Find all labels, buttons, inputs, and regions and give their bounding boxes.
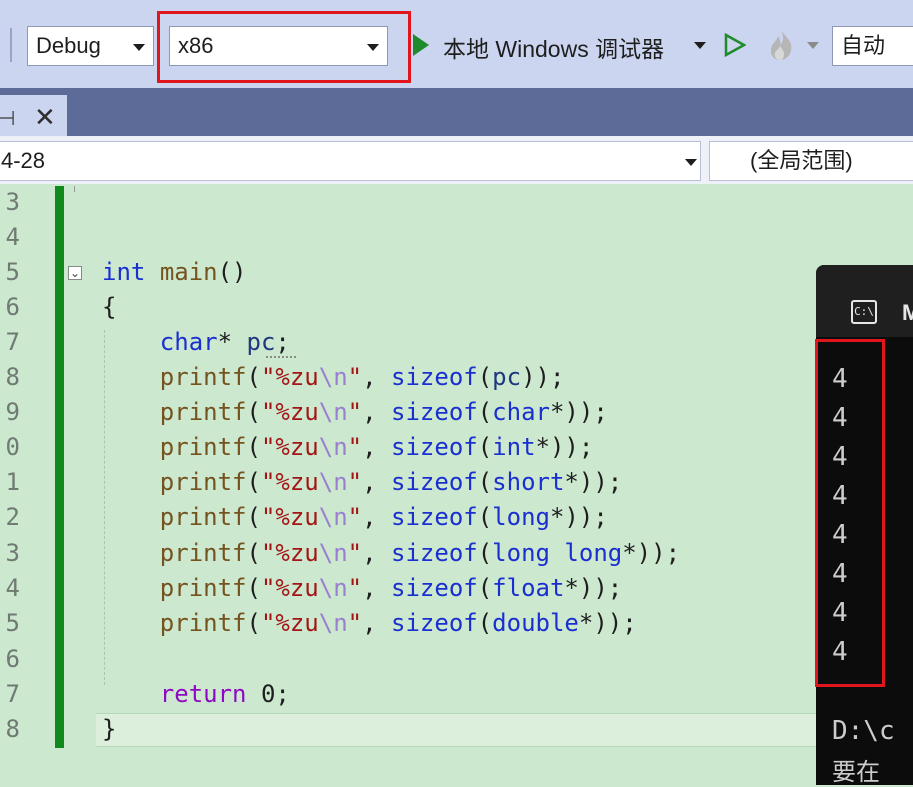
start-debugger-button[interactable]: 本地 Windows 调试器 (443, 30, 664, 64)
line-number: 7 (5, 680, 20, 708)
line-number: 6 (5, 293, 20, 321)
collapse-icon[interactable]: ⌄ (68, 266, 82, 280)
line-number: 8 (5, 363, 20, 391)
tab-strip (0, 88, 913, 136)
console-title: M (902, 300, 913, 325)
line-number: 3 (5, 539, 20, 567)
line-number: 2 (5, 503, 20, 531)
code-line: printf("%zu\n", sizeof(double*)); (159, 609, 637, 637)
global-scope-dropdown[interactable]: (全局范围) (709, 141, 913, 181)
change-indicator-bar (55, 186, 64, 748)
cmd-icon: C:\ (851, 300, 877, 324)
line-number: 7 (5, 328, 20, 356)
code-line: printf("%zu\n", sizeof(long long*)); (159, 539, 681, 567)
global-scope-value: (全局范围) (750, 148, 853, 173)
debugger-dropdown-icon[interactable] (694, 42, 706, 49)
line-number: 4 (5, 574, 20, 602)
close-icon[interactable]: ✕ (34, 102, 56, 133)
line-number: 5 (5, 258, 20, 286)
line-number: 6 (5, 645, 20, 673)
line-number: 9 (5, 398, 20, 426)
code-line: } (102, 715, 117, 743)
toolbar-separator (10, 28, 12, 62)
code-line: return 0; (159, 680, 290, 708)
code-line: printf("%zu\n", sizeof(short*)); (159, 468, 623, 496)
code-line: printf("%zu\n", sizeof(float*)); (159, 574, 623, 602)
warning-squiggle (266, 354, 296, 358)
chevron-down-icon (685, 159, 697, 166)
configuration-value: Debug (36, 33, 101, 58)
start-without-debugging-icon[interactable] (724, 33, 746, 57)
line-number: 1 (5, 468, 20, 496)
line-number: 3 (5, 188, 20, 216)
project-scope-dropdown[interactable]: 4-28 (0, 141, 701, 181)
fold-guide (74, 186, 75, 192)
auto-dropdown[interactable]: 自动 (832, 26, 913, 66)
line-number: 8 (5, 715, 20, 743)
code-line: char* pc; (159, 328, 290, 356)
pin-icon[interactable]: ⊣ (0, 106, 15, 131)
code-line: { (102, 293, 117, 321)
project-scope-value: 4-28 (1, 148, 46, 173)
start-debugging-icon[interactable] (413, 34, 429, 56)
code-line: printf("%zu\n", sizeof(int*)); (159, 433, 594, 461)
line-number: 0 (5, 433, 20, 461)
current-line-highlight (96, 713, 816, 747)
line-number: 5 (5, 609, 20, 637)
code-line: printf("%zu\n", sizeof(pc)); (159, 363, 565, 391)
code-line: printf("%zu\n", sizeof(char*)); (159, 398, 608, 426)
hot-reload-dropdown-icon[interactable] (807, 42, 819, 49)
code-line: int main() (102, 258, 247, 286)
code-line: printf("%zu\n", sizeof(long*)); (159, 503, 608, 531)
configuration-dropdown[interactable]: Debug (27, 26, 154, 66)
line-number: 4 (5, 223, 20, 251)
platform-highlight-box (157, 11, 411, 83)
hot-reload-icon[interactable] (766, 28, 796, 62)
chevron-down-icon (133, 44, 145, 51)
console-path-line: D:\c (832, 716, 895, 746)
auto-value: 自动 (841, 33, 886, 58)
output-highlight-box (815, 339, 885, 687)
